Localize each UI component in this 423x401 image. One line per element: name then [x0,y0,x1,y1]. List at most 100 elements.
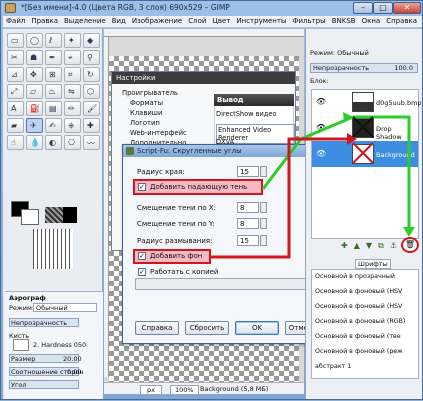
ok-button[interactable]: OK [235,321,279,335]
menu-bnksb[interactable]: BNKSB [329,16,359,26]
smudge-tool[interactable]: ☝ [7,135,24,150]
menu-file[interactable]: Файл [3,16,28,26]
offset-y-input[interactable]: 8 [237,218,259,229]
rect-select-tool[interactable]: ▭ [7,33,24,48]
paintbrush-tool[interactable]: 🖌 [83,101,100,116]
gradient-preview[interactable] [33,229,73,269]
menu-image[interactable]: Изображение [129,16,185,26]
unit-select[interactable]: px [140,385,162,395]
eye-icon[interactable]: 👁 [316,123,326,132]
eye-icon[interactable]: 👁 [316,97,326,106]
offset-y-spin-arrows[interactable] [260,218,267,229]
tree-item-formats[interactable]: Форматы [120,98,198,108]
dodge-burn-tool[interactable]: ◐ [45,135,62,150]
blur-input[interactable]: 15 [237,235,259,246]
brush-thumbnail[interactable] [13,339,29,351]
ellipse-select-tool[interactable]: ◯ [26,33,43,48]
list-item[interactable]: Основной в фоновый (тве [315,333,419,340]
zoom-tool[interactable]: ⚲ [83,50,100,65]
blur-tool[interactable]: 💧 [26,135,43,150]
menu-view[interactable]: Вид [109,16,129,26]
foreground-select-tool[interactable]: ☗ [26,50,43,65]
measure-tool[interactable]: ⊿ [7,67,24,82]
list-item[interactable]: абстракт 1 [315,363,419,370]
shear-tool[interactable]: ▱ [26,84,43,99]
list-item[interactable]: Основной в фоновый (RGB) [315,318,419,325]
raise-layer-icon[interactable]: ▲ [354,241,360,255]
rotate-tool[interactable]: ↻ [83,67,100,82]
pattern-preview[interactable] [63,207,77,223]
menu-layer[interactable]: Слой [185,16,209,26]
tool-options-tab[interactable]: Аэрограф [9,294,46,302]
layer-row[interactable]: 👁 Drop Shadow [312,115,418,141]
brush-preview[interactable] [45,207,63,223]
tree-item-keys[interactable]: Клавиши [120,108,198,118]
background-color-swatch[interactable] [21,209,39,225]
reset-button[interactable]: Сбросить [185,321,229,335]
background-checkbox[interactable]: ✓ [138,252,146,260]
minimize-button[interactable]: – [353,2,373,14]
maximize-button[interactable]: □ [373,2,393,14]
warp-tool[interactable]: 〰 [83,135,100,150]
offset-x-spin-arrows[interactable] [260,202,267,213]
perspective-clone-tool[interactable]: ⎔ [64,135,81,150]
trash-icon[interactable]: 🗑 [401,237,419,253]
menu-color[interactable]: Цвет [209,16,233,26]
list-item[interactable]: Основной в прозрачный [315,273,419,280]
tree-item-player[interactable]: Проигрыватель [120,88,198,98]
tab-fonts[interactable]: Шрифты [355,259,391,269]
eraser-tool[interactable]: ▰ [7,118,24,133]
clone-tool[interactable]: ⎈ [64,118,81,133]
list-item[interactable]: Основной в фоновый (реж [315,348,419,355]
radius-spin-arrows[interactable] [260,166,267,177]
color-picker-tool[interactable]: ⌖ [64,50,81,65]
anchor-layer-icon[interactable]: ⚓ [390,241,397,255]
layer-row[interactable]: 👁 d0g5uub.bmp [312,89,422,115]
menu-edit[interactable]: Правка [28,16,61,26]
tree-item-web[interactable]: Web-интерфейс [120,128,198,138]
help-button[interactable]: Справка [135,321,179,335]
menu-help[interactable]: Справка [383,16,420,26]
lower-layer-icon[interactable]: ▼ [366,241,372,255]
text-tool[interactable]: A [7,101,24,116]
scissors-tool[interactable]: ✂ [7,50,24,65]
blend-tool[interactable]: ▤ [45,101,62,116]
align-tool[interactable]: ⊞ [45,67,62,82]
heal-tool[interactable]: ✚ [83,118,100,133]
layer-row-selected[interactable]: 👁 Background [312,141,418,167]
output-directshow[interactable]: DirectShow видео [216,110,276,118]
flip-tool[interactable]: ⇋ [64,84,81,99]
layers-opacity-slider[interactable]: Непрозрачность 100.0 [310,63,418,73]
perspective-tool[interactable]: ⏢ [45,84,62,99]
list-item[interactable]: Основной в фоновый (HSV [315,288,419,295]
menu-windows[interactable]: Окна [359,16,384,26]
offset-x-input[interactable]: 8 [237,202,259,213]
airbrush-tool[interactable]: ✈ [26,118,43,133]
close-button[interactable]: ✕ [393,2,421,14]
copy-checkbox[interactable]: ✓ [138,268,146,276]
blur-spin-arrows[interactable] [260,235,267,246]
menu-select[interactable]: Выделение [61,16,109,26]
fuzzy-select-tool[interactable]: ✦ [64,33,81,48]
pencil-tool[interactable]: ✏ [64,101,81,116]
color-select-tool[interactable]: ◆ [83,33,100,48]
menu-filters[interactable]: Фильтры [289,16,328,26]
mode-select[interactable]: Обычный [33,303,97,312]
scale-tool[interactable]: ⤢ [7,84,24,99]
paths-tool[interactable]: ✒ [45,50,62,65]
duplicate-layer-icon[interactable]: ⧉ [378,241,384,255]
eye-icon[interactable]: 👁 [316,149,326,158]
move-tool[interactable]: ✥ [26,67,43,82]
menu-tools[interactable]: Инструменты [233,16,289,26]
ink-tool[interactable]: ✍ [45,118,62,133]
zoom-select[interactable]: 100% [170,385,199,395]
lasso-tool[interactable]: ℓ [45,33,62,48]
shadow-checkbox[interactable]: ✓ [138,183,146,191]
new-layer-icon[interactable]: ✚ [341,241,348,255]
layers-mode-select[interactable]: Обычный [337,49,369,57]
cage-tool[interactable]: ⬡ [83,84,100,99]
tree-item-logo[interactable]: Логотип [120,118,198,128]
bucket-fill-tool[interactable]: ⛽ [26,101,43,116]
list-item[interactable]: Основной в фоновый (HSV [315,303,419,310]
crop-tool[interactable]: ⌗ [64,67,81,82]
